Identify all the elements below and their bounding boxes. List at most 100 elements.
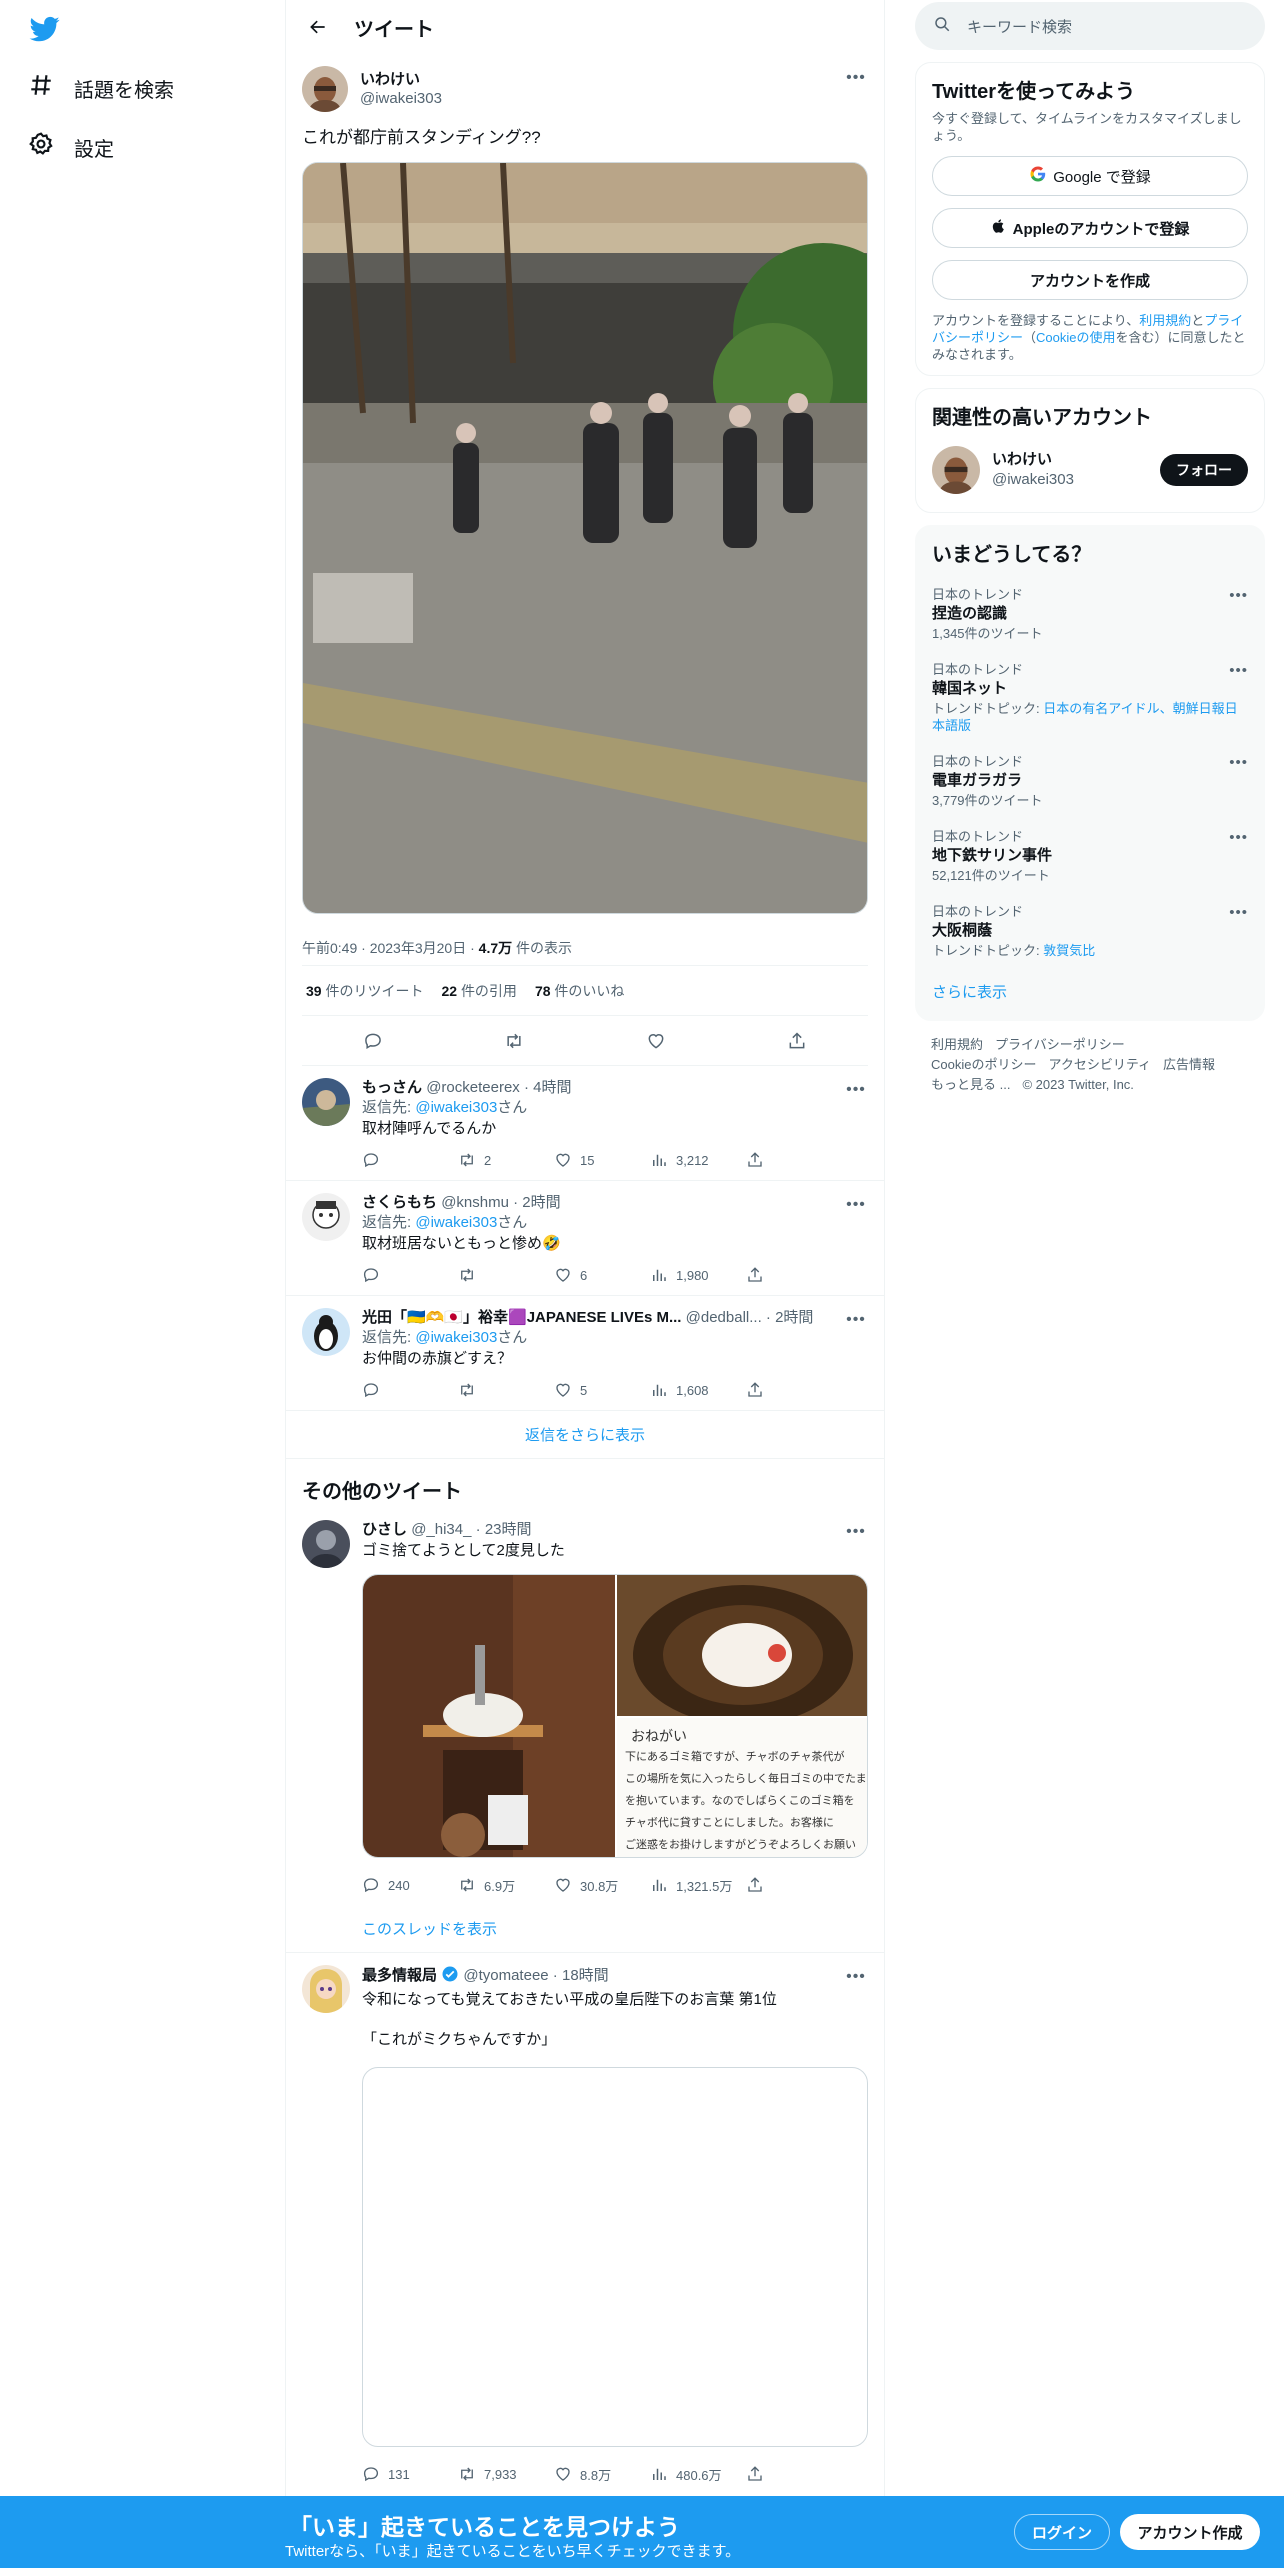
trend-item[interactable]: 日本のトレンド 捏造の認識 1,345件のツイート ••• <box>932 581 1248 656</box>
twitter-logo-icon[interactable] <box>28 14 62 44</box>
more-options-icon[interactable]: ••• <box>844 1520 868 1544</box>
tweet-photo[interactable] <box>617 1575 867 1725</box>
more-options-icon[interactable]: ••• <box>1229 662 1248 679</box>
more-options-icon[interactable]: ••• <box>1229 754 1248 771</box>
retweet-button[interactable]: 7,933 <box>458 2465 554 2483</box>
tweet-author-handle[interactable]: @tyomateee <box>463 1967 548 1984</box>
avatar[interactable] <box>932 446 980 494</box>
account-name[interactable]: いわけい <box>992 450 1074 470</box>
embedded-media[interactable] <box>362 2067 868 2447</box>
retweet-icon[interactable] <box>497 1024 531 1058</box>
more-options-icon[interactable]: ••• <box>844 1193 868 1217</box>
more-options-icon[interactable]: ••• <box>1229 904 1248 921</box>
retweet-stat[interactable]: 39 件のリツイート <box>306 981 423 1001</box>
share-icon[interactable] <box>780 1024 814 1058</box>
author-handle[interactable]: @iwakei303 <box>360 89 442 108</box>
footer-link[interactable]: 利用規約 <box>931 1037 983 1052</box>
views-button[interactable]: 480.6万 <box>650 2465 746 2484</box>
login-button[interactable]: ログイン <box>1014 2514 1110 2550</box>
footer-link[interactable]: プライバシーポリシー <box>995 1037 1125 1052</box>
tweet-time[interactable]: 18時間 <box>562 1967 609 1984</box>
more-options-icon[interactable]: ••• <box>844 66 868 90</box>
share-button[interactable] <box>746 1381 842 1399</box>
tweet-time[interactable]: 23時間 <box>485 1521 532 1538</box>
retweet-button[interactable]: 6.9万 <box>458 1876 554 1895</box>
tweet-time[interactable]: 午前0:49 <box>302 940 357 956</box>
trend-item[interactable]: 日本のトレンド 地下鉄サリン事件 52,121件のツイート ••• <box>932 823 1248 898</box>
views-button[interactable]: 3,212 <box>650 1151 746 1169</box>
tweet-photo-note[interactable]: おねがい 下にあるゴミ箱ですが、チャボのチャ茶代が この場所を気に入ったらしく毎… <box>617 1718 867 1857</box>
tweet-photo[interactable] <box>363 1575 615 1857</box>
reply-button[interactable]: 131 <box>362 2465 458 2483</box>
nav-settings[interactable]: 設定 <box>28 131 114 163</box>
like-button[interactable]: 15 <box>554 1151 650 1169</box>
more-options-icon[interactable]: ••• <box>844 1078 868 1102</box>
show-more-trends-link[interactable]: さらに表示 <box>932 973 1248 1008</box>
views-button[interactable]: 1,608 <box>650 1381 746 1399</box>
back-arrow-icon[interactable] <box>302 11 334 43</box>
retweet-button[interactable] <box>458 1381 554 1399</box>
reply-tweet[interactable]: もっさん @rocketeerex · 4時間 返信先: @iwakei303さ… <box>286 1066 884 1181</box>
search-placeholder[interactable]: キーワード検索 <box>967 16 1072 37</box>
footer-link[interactable]: 広告情報 <box>1163 1057 1215 1072</box>
like-button[interactable]: 30.8万 <box>554 1876 650 1895</box>
like-stat[interactable]: 78 件のいいね <box>535 981 624 1001</box>
signup-button[interactable]: アカウント作成 <box>1120 2514 1260 2550</box>
avatar[interactable] <box>302 66 348 112</box>
quote-stat[interactable]: 22 件の引用 <box>441 981 516 1001</box>
show-more-replies-link[interactable]: 返信をさらに表示 <box>286 1411 884 1459</box>
follow-button[interactable]: フォロー <box>1160 454 1248 486</box>
share-button[interactable] <box>746 1876 842 1894</box>
views-button[interactable]: 1,321.5万 <box>650 1876 746 1895</box>
footer-link[interactable]: Cookieのポリシー <box>931 1057 1036 1072</box>
retweet-button[interactable] <box>458 1266 554 1284</box>
reply-tweet[interactable]: さくらもち @knshmu · 2時間 返信先: @iwakei303さん 取材… <box>286 1181 884 1296</box>
tweet-author-handle[interactable]: @_hi34_ <box>411 1521 471 1538</box>
share-button[interactable] <box>746 2465 842 2483</box>
other-tweet[interactable]: ひさし @_hi34_ · 23時間 ゴミ捨てようとして2度見した おねがい 下… <box>286 1516 884 1953</box>
more-options-icon[interactable]: ••• <box>1229 829 1248 846</box>
reply-author-name[interactable]: もっさん <box>362 1079 422 1096</box>
reply-button[interactable]: 240 <box>362 1876 458 1894</box>
tweet-author-name[interactable]: ひさし <box>362 1521 407 1538</box>
reply-time[interactable]: 2時間 <box>522 1194 560 1211</box>
apple-signup-button[interactable]: Appleのアカウントで登録 <box>932 208 1248 248</box>
account-row[interactable]: いわけい @iwakei303 フォロー <box>932 440 1248 500</box>
google-signup-button[interactable]: Google で登録 <box>932 156 1248 196</box>
footer-more-link[interactable]: もっと見る ... <box>931 1077 1010 1092</box>
tweet-photo[interactable] <box>302 162 868 914</box>
create-account-button[interactable]: アカウントを作成 <box>932 260 1248 300</box>
cookie-use-link[interactable]: Cookieの使用 <box>1036 330 1115 345</box>
other-tweet[interactable]: 最多情報局 @tyomateee · 18時間 令和になっても覚えておきたい平成… <box>286 1953 884 2497</box>
reply-icon[interactable] <box>356 1024 390 1058</box>
terms-of-service-link[interactable]: 利用規約 <box>1139 313 1191 328</box>
reply-button[interactable] <box>362 1381 458 1399</box>
reply-author-handle[interactable]: @knshmu <box>441 1194 509 1211</box>
replying-to-link[interactable]: @iwakei303 <box>415 1214 497 1231</box>
share-button[interactable] <box>746 1266 842 1284</box>
reply-button[interactable] <box>362 1266 458 1284</box>
avatar[interactable] <box>302 1193 350 1241</box>
like-icon[interactable] <box>639 1024 673 1058</box>
trend-item[interactable]: 日本のトレンド 大阪桐蔭 トレンドトピック: 敦賀気比 ••• <box>932 898 1248 973</box>
avatar[interactable] <box>302 1078 350 1126</box>
replying-to-link[interactable]: @iwakei303 <box>415 1329 497 1346</box>
footer-link[interactable]: アクセシビリティ <box>1048 1057 1151 1072</box>
share-button[interactable] <box>746 1151 842 1169</box>
search-box[interactable]: キーワード検索 <box>915 2 1265 50</box>
trend-topic-link[interactable]: 敦賀気比 <box>1043 943 1095 958</box>
reply-tweet[interactable]: 光田「🇺🇦🫶🇯🇵」裕幸🟪JAPANESE LIVEs M... @dedball… <box>286 1296 884 1411</box>
show-thread-link[interactable]: このスレッドを表示 <box>362 1908 868 1952</box>
more-options-icon[interactable]: ••• <box>844 1308 868 1332</box>
tweet-author-name[interactable]: 最多情報局 <box>362 1967 437 1984</box>
trend-item[interactable]: 日本のトレンド 電車ガラガラ 3,779件のツイート ••• <box>932 748 1248 823</box>
account-handle[interactable]: @iwakei303 <box>992 470 1074 490</box>
avatar[interactable] <box>302 1308 350 1356</box>
views-button[interactable]: 1,980 <box>650 1266 746 1284</box>
replying-to-link[interactable]: @iwakei303 <box>415 1099 497 1116</box>
more-options-icon[interactable]: ••• <box>1229 587 1248 604</box>
like-button[interactable]: 8.8万 <box>554 2465 650 2484</box>
trend-item[interactable]: 日本のトレンド 韓国ネット トレンドトピック: 日本の有名アイドル、朝鮮日報日本… <box>932 656 1248 748</box>
more-options-icon[interactable]: ••• <box>844 1965 868 1989</box>
reply-time[interactable]: 4時間 <box>533 1079 571 1096</box>
